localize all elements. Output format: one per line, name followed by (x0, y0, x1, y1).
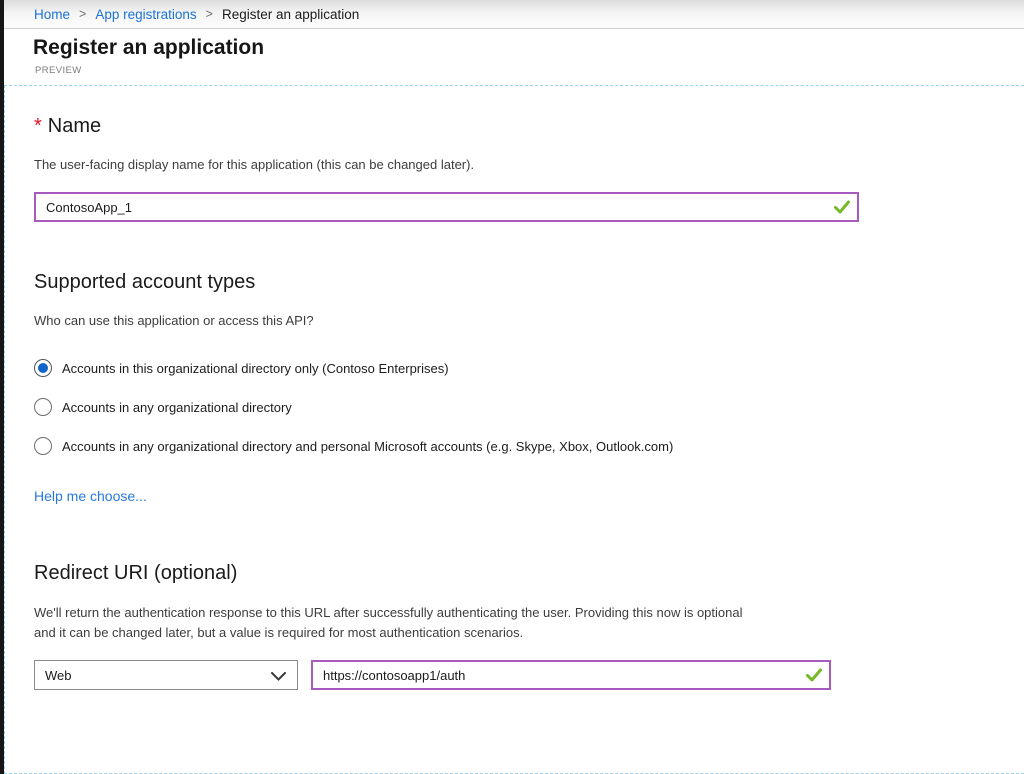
radio-option-label: Accounts in this organizational director… (62, 361, 449, 376)
page-header: Register an application PREVIEW (4, 30, 1024, 85)
breadcrumb: Home > App registrations > Register an a… (4, 0, 1024, 29)
radio-button-icon[interactable] (34, 359, 52, 377)
required-asterisk: * (34, 115, 42, 137)
name-section-heading: * Name (34, 115, 101, 138)
register-application-blade: * Name The user-facing display name for t… (4, 85, 1024, 774)
radio-option-label: Accounts in any organizational directory… (62, 439, 673, 454)
redirect-uri-field-container (311, 660, 831, 690)
account-types-question: Who can use this application or access t… (34, 313, 314, 328)
valid-checkmark-icon (806, 668, 822, 682)
account-types-radio-group: Accounts in this organizational director… (34, 358, 673, 475)
breadcrumb-current-page: Register an application (222, 7, 359, 22)
breadcrumb-separator-icon: > (206, 7, 213, 21)
breadcrumb-link-app-registrations[interactable]: App registrations (95, 7, 196, 22)
radio-option-multi-tenant-personal[interactable]: Accounts in any organizational directory… (34, 436, 673, 456)
breadcrumb-separator-icon: > (79, 7, 86, 21)
page-title: Register an application (33, 36, 264, 60)
redirect-uri-description: We'll return the authentication response… (34, 603, 742, 643)
radio-button-icon[interactable] (34, 398, 52, 416)
valid-checkmark-icon (834, 200, 850, 214)
breadcrumb-link-home[interactable]: Home (34, 7, 70, 22)
account-types-heading: Supported account types (34, 271, 255, 294)
name-heading-text: Name (48, 115, 101, 137)
chevron-down-icon (271, 672, 286, 681)
radio-option-single-tenant[interactable]: Accounts in this organizational director… (34, 358, 673, 378)
help-me-choose-link[interactable]: Help me choose... (34, 488, 147, 504)
app-name-field-container (34, 192, 859, 222)
redirect-platform-select[interactable]: Web (34, 660, 298, 690)
redirect-uri-input[interactable] (311, 660, 831, 690)
radio-option-multi-tenant[interactable]: Accounts in any organizational directory (34, 397, 673, 417)
name-description: The user-facing display name for this ap… (34, 157, 474, 172)
app-name-input[interactable] (34, 192, 859, 222)
redirect-description-line2: and it can be changed later, but a value… (34, 623, 742, 643)
platform-selected-value: Web (45, 668, 72, 683)
redirect-description-line1: We'll return the authentication response… (34, 603, 742, 623)
radio-option-label: Accounts in any organizational directory (62, 400, 292, 415)
redirect-uri-heading: Redirect URI (optional) (34, 562, 237, 585)
radio-button-icon[interactable] (34, 437, 52, 455)
preview-badge: PREVIEW (35, 65, 82, 76)
